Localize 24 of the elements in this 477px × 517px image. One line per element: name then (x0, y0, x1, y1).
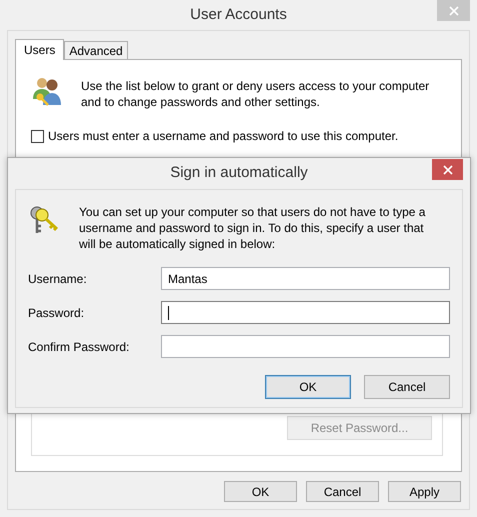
tab[interactable]: Users (15, 39, 64, 60)
dialog-button[interactable]: OK (265, 375, 351, 399)
users-icon (31, 75, 63, 107)
description-text: Use the list below to grant or deny users access to your computer and to change passwords and other settings. (81, 78, 430, 110)
dialog-button[interactable]: Apply (388, 481, 461, 502)
field-label: Password: (28, 304, 86, 322)
dialog-button[interactable]: Cancel (306, 481, 379, 502)
field-label: Confirm Password: (28, 338, 130, 356)
close-icon (448, 6, 458, 16)
dialog-button[interactable]: OK (224, 481, 297, 502)
close-icon (442, 164, 452, 174)
checkbox[interactable] (31, 130, 44, 142)
tab[interactable]: Advanced (64, 41, 128, 59)
window-title: User Accounts (190, 4, 287, 25)
input-field[interactable] (161, 335, 450, 358)
dialog-description: You can set up your computer so that users do not have to type a username and password to sign in. To do this, specify a user that will be automatically signed in below: (79, 204, 426, 252)
dialog-title: Sign in automatically (170, 163, 308, 184)
input-field[interactable] (161, 301, 450, 324)
input-field[interactable]: Mantas (161, 267, 450, 290)
text-cursor (168, 306, 169, 320)
checkbox-label: Users must enter a username and password to use this computer. (48, 128, 398, 145)
close-button[interactable] (432, 159, 463, 180)
dialog-button[interactable]: Cancel (364, 375, 450, 399)
field-label: Username: (28, 270, 88, 288)
